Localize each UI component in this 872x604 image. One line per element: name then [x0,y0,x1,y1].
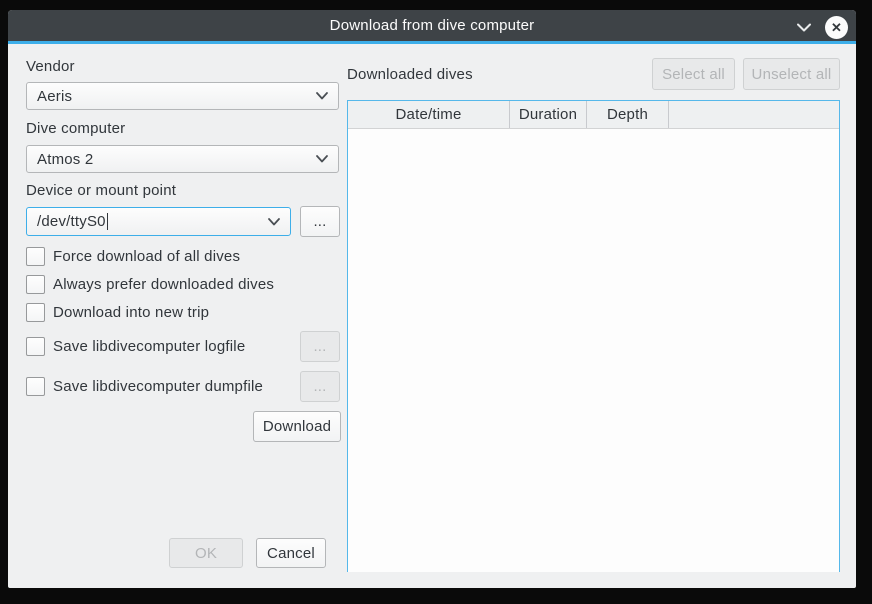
select-all-button[interactable]: Select all [652,58,735,90]
checkbox-label: Always prefer downloaded dives [53,276,274,293]
dive-computer-value: Atmos 2 [37,151,93,168]
force-download-row: Force download of all dives [26,247,240,266]
device-combobox[interactable]: /dev/ttyS0 [26,207,291,236]
table-body-empty [348,129,839,572]
cancel-button[interactable]: Cancel [256,538,326,568]
close-button[interactable]: ✕ [825,16,848,39]
checkbox-label: Download into new trip [53,304,209,321]
download-dialog: Download from dive computer ✕ Vendor Aer… [8,10,856,588]
device-browse-button[interactable]: ... [300,206,340,237]
chevron-down-icon [316,155,328,163]
downloaded-dives-label: Downloaded dives [347,66,473,83]
table-header-row: Date/time Duration Depth [348,101,839,129]
titlebar[interactable]: Download from dive computer ✕ [8,10,856,44]
chevron-down-icon [316,92,328,100]
save-logfile-checkbox[interactable] [26,337,45,356]
dive-computer-label: Dive computer [26,120,125,137]
vendor-label: Vendor [26,58,75,75]
ok-button[interactable]: OK [169,538,243,568]
dive-computer-combobox[interactable]: Atmos 2 [26,145,339,173]
column-header-duration[interactable]: Duration [510,101,587,128]
vendor-combobox[interactable]: Aeris [26,82,339,110]
device-label: Device or mount point [26,182,176,199]
new-trip-checkbox[interactable] [26,303,45,322]
screen-background: Download from dive computer ✕ Vendor Aer… [0,0,872,604]
window-title: Download from dive computer [330,17,535,34]
chevron-down-icon [268,218,280,226]
checkbox-label: Force download of all dives [53,248,240,265]
column-header-datetime[interactable]: Date/time [348,101,510,128]
prefer-downloaded-checkbox[interactable] [26,275,45,294]
vendor-value: Aeris [37,88,72,105]
unselect-all-button[interactable]: Unselect all [743,58,840,90]
column-header-empty [669,101,839,128]
downloaded-dives-table[interactable]: Date/time Duration Depth [347,100,840,572]
checkbox-label: Save libdivecomputer logfile [53,338,245,355]
checkbox-label: Save libdivecomputer dumpfile [53,378,263,395]
save-logfile-row: Save libdivecomputer logfile [26,337,245,356]
save-dumpfile-checkbox[interactable] [26,377,45,396]
shade-button[interactable] [795,18,813,36]
force-download-checkbox[interactable] [26,247,45,266]
column-header-depth[interactable]: Depth [587,101,669,128]
download-button[interactable]: Download [253,411,341,442]
chevron-down-icon [797,23,811,32]
logfile-browse-button[interactable]: ... [300,331,340,362]
prefer-downloaded-row: Always prefer downloaded dives [26,275,274,294]
device-value: /dev/ttyS0 [37,213,106,230]
save-dumpfile-row: Save libdivecomputer dumpfile [26,377,263,396]
text-cursor [107,213,108,230]
new-trip-row: Download into new trip [26,303,209,322]
dumpfile-browse-button[interactable]: ... [300,371,340,402]
close-icon: ✕ [831,21,842,34]
